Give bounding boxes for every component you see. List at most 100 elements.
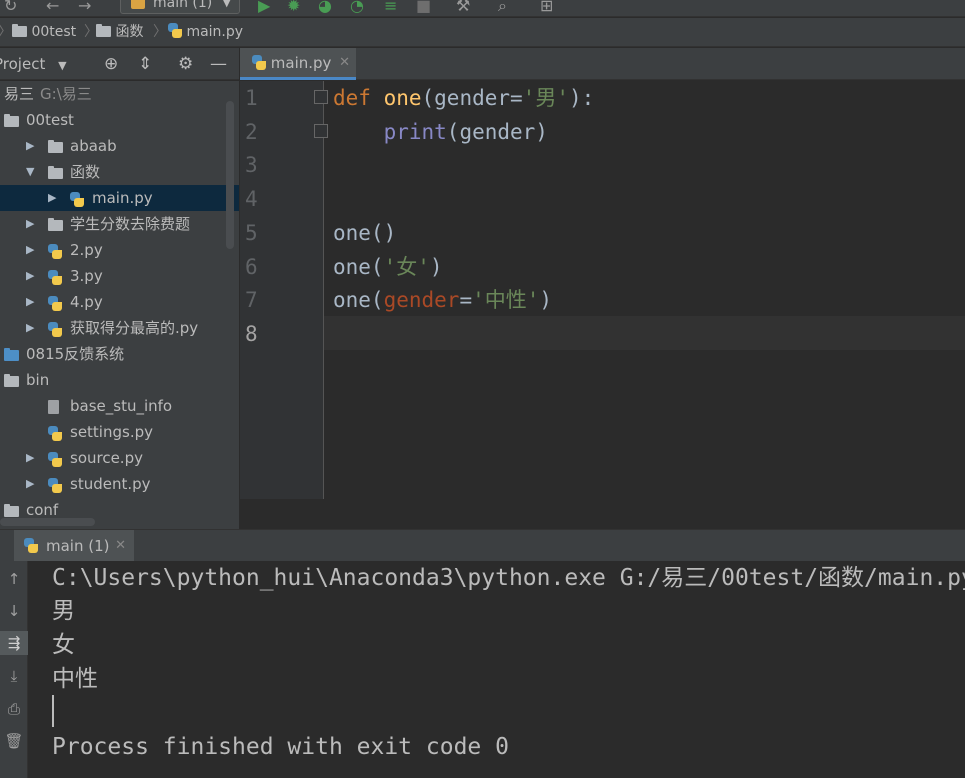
code-token: one() [333, 220, 397, 245]
collapsed-arrow-icon[interactable]: ▶ [48, 185, 60, 211]
code-token: '男' [522, 86, 569, 110]
python-file-icon [48, 426, 62, 441]
code-token: ) [429, 254, 443, 279]
collapsed-arrow-icon[interactable]: ▶ [26, 133, 38, 159]
line-number: 5 [245, 220, 258, 245]
python-file-icon [70, 192, 84, 207]
collapsed-arrow-icon[interactable]: ▶ [26, 211, 38, 237]
tree-item[interactable]: ▶ abaab [0, 133, 239, 159]
wrench-icon[interactable]: ⚒ [456, 0, 470, 16]
folder-icon [48, 166, 63, 179]
tree-root[interactable]: 易三 G:\易三 [0, 81, 239, 107]
code-line[interactable]: one('女') [333, 250, 443, 284]
chevron-down-icon: ▼ [58, 59, 67, 72]
concurrency-icon[interactable]: ≡ [384, 0, 397, 16]
run-coverage-icon[interactable]: ◕ [318, 0, 332, 16]
project-view-select[interactable]: Project ▼ [0, 48, 67, 82]
arrow-down-icon[interactable]: ↓ [0, 599, 28, 623]
collapsed-arrow-icon[interactable]: ▶ [26, 237, 38, 263]
tree-item[interactable]: base_stu_info [0, 393, 239, 419]
tree-item[interactable]: ▶ student.py [0, 471, 239, 497]
tree-item[interactable]: 00test [0, 107, 239, 133]
tree-item[interactable]: 0815反馈系统 [0, 341, 239, 367]
collapsed-arrow-icon[interactable]: ▶ [26, 289, 38, 315]
profile-icon[interactable]: ◔ [350, 0, 364, 16]
tree-item[interactable]: ▶ 2.py [0, 237, 239, 263]
horizontal-scrollbar[interactable] [0, 518, 95, 526]
tree-item-label: source.py [70, 449, 143, 467]
breadcrumb-item-00test[interactable]: 00test [12, 18, 76, 47]
tree-item-label: bin [26, 371, 50, 389]
code-token: ) [539, 288, 553, 313]
code-editor[interactable]: 12345678 def one(gender='男'): print(gend… [240, 81, 965, 499]
breadcrumb-label: 函数 [115, 24, 144, 40]
close-icon[interactable]: ✕ [115, 530, 126, 562]
sync-icon[interactable]: ↻ [4, 0, 17, 16]
breadcrumb-separator: 〉 [153, 24, 167, 40]
python-file-icon [48, 296, 62, 311]
arrow-right-icon[interactable]: → [78, 0, 91, 16]
hide-icon[interactable]: — [210, 48, 227, 80]
collapsed-arrow-icon[interactable]: ▶ [26, 471, 38, 497]
line-number: 7 [245, 288, 258, 313]
tree-item[interactable]: ▶ 获取得分最高的.py [0, 315, 239, 341]
run-icon[interactable]: ▶ [258, 0, 270, 16]
expanded-arrow-icon[interactable]: ▼ [26, 159, 38, 185]
tree-item[interactable]: settings.py [0, 419, 239, 445]
collapse-all-icon[interactable]: ⇕ [138, 48, 152, 80]
debug-icon[interactable]: ✹ [287, 0, 300, 16]
root-path: G:\易三 [40, 85, 92, 103]
collapsed-arrow-icon[interactable]: ▶ [26, 315, 38, 341]
code-line[interactable]: print(gender) [333, 115, 548, 149]
breadcrumb: 〉 00test 〉 函数 〉 main.py [0, 18, 965, 47]
tree-item[interactable]: ▶ 4.py [0, 289, 239, 315]
run-console[interactable]: C:\Users\python_hui\Anaconda3\python.exe… [28, 561, 965, 778]
folder-icon [4, 114, 19, 127]
tree-item[interactable]: bin [0, 367, 239, 393]
close-icon[interactable]: ✕ [339, 48, 350, 78]
code-token: '中性' [472, 288, 540, 313]
tree-item-label: 获取得分最高的.py [70, 319, 199, 337]
tab-main-py[interactable]: main.py ✕ [240, 48, 356, 80]
stop-icon[interactable]: ■ [416, 0, 431, 16]
collapsed-arrow-icon[interactable]: ▶ [26, 445, 38, 471]
line-number: 4 [245, 187, 258, 212]
scroll-to-end-icon[interactable]: ⤓ [0, 664, 28, 688]
arrow-left-icon[interactable]: ← [46, 0, 59, 16]
python-file-icon [252, 55, 266, 70]
gear-icon[interactable]: ⚙ [178, 48, 193, 80]
run-configuration-select[interactable]: main (1) ▼ [120, 0, 240, 14]
console-line: 男 [52, 598, 75, 624]
print-icon[interactable]: ⎙ [0, 697, 28, 721]
tree-item[interactable]: ▶ source.py [0, 445, 239, 471]
python-config-icon [131, 0, 145, 9]
code-line[interactable]: def one(gender='男'): [333, 81, 594, 115]
tree-item[interactable]: ▶ 3.py [0, 263, 239, 289]
fold-start-icon[interactable] [314, 90, 328, 104]
breadcrumb-item-main[interactable]: main.py [168, 18, 243, 47]
collapsed-arrow-icon[interactable]: ▶ [26, 263, 38, 289]
current-line-highlight [324, 316, 965, 350]
structure-icon[interactable]: ⊞ [540, 0, 553, 16]
tree-item[interactable]: ▶ main.py [0, 185, 239, 211]
tree-item[interactable]: ▶ 学生分数去除费题 [0, 211, 239, 237]
run-tab-main[interactable]: main (1) ✕ [14, 530, 134, 562]
breadcrumb-item-functions[interactable]: 函数 [96, 18, 143, 47]
locate-icon[interactable]: ⊕ [104, 48, 118, 80]
code-line[interactable]: one(gender='中性') [333, 283, 552, 317]
search-icon[interactable]: ⌕ [498, 0, 507, 16]
code-line[interactable]: one() [333, 216, 396, 250]
editor-tab-bar: main.py ✕ [240, 48, 965, 80]
soft-wrap-icon[interactable]: ⇶ [0, 631, 28, 655]
fold-end-icon[interactable] [314, 124, 328, 138]
trash-icon[interactable]: 🗑 [0, 729, 28, 753]
tree-item[interactable]: ▼ 函数 [0, 159, 239, 185]
console-caret [52, 695, 54, 727]
line-number: 2 [245, 119, 258, 144]
run-panel-header: main (1) ✕ [0, 529, 965, 562]
main-toolbar: ↻ ← → main (1) ▼ ▶ ✹ ◕ ◔ ≡ ■ ⚒ ⌕ ⊞ [0, 0, 965, 17]
arrow-up-icon[interactable]: ↑ [0, 567, 28, 591]
project-tree: 易三 G:\易三 00test ▶ abaab ▼ 函数 ▶ main.py ▶ 学生分数去除费题… [0, 81, 239, 529]
vertical-scrollbar[interactable] [226, 101, 234, 249]
